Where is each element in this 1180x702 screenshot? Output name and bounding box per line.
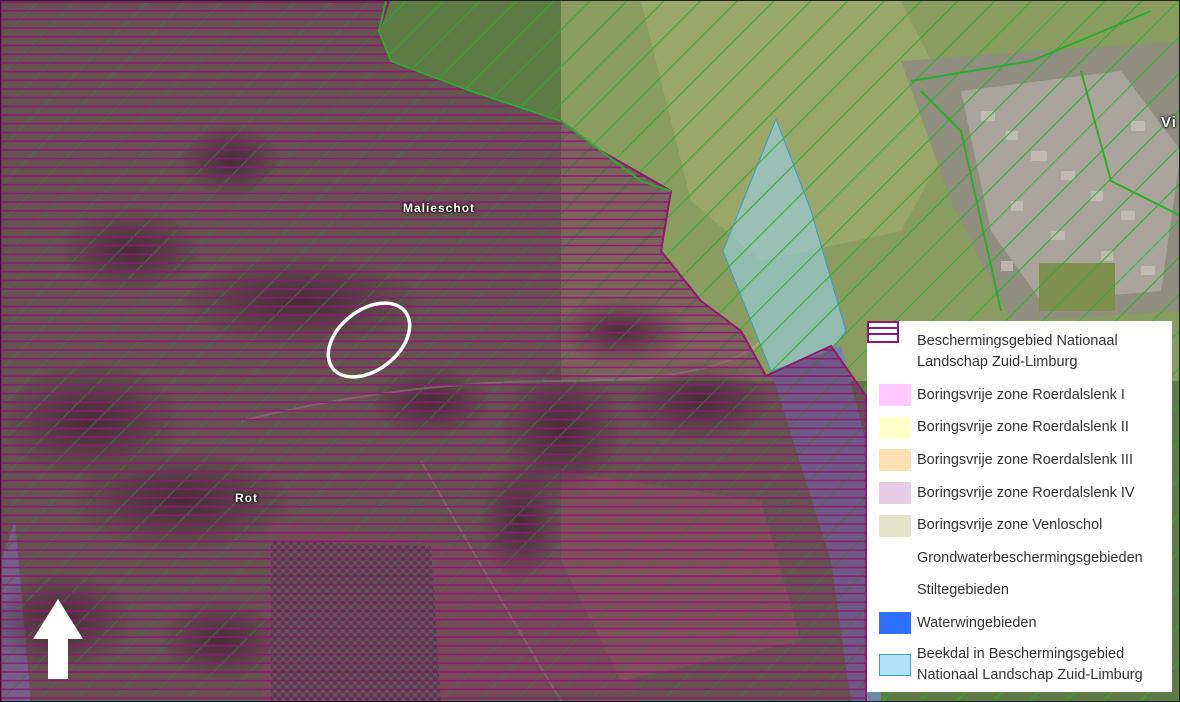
- legend-item-roerdalslenk-4: Boringsvrije zone Roerdalslenk IV: [879, 477, 1164, 510]
- legend-item-grondwater: Grondwaterbeschermingsgebieden: [868, 321, 1164, 575]
- legend-label: Beekdal in Beschermingsgebied Nationaal …: [917, 645, 1143, 683]
- place-label-rot: Rot: [235, 491, 258, 505]
- legend-label: Boringsvrije zone Roerdalslenk IV: [917, 484, 1135, 501]
- legend-item-venloschol: Boringsvrije zone Venloschol: [879, 509, 1164, 542]
- legend-label: Boringsvrije zone Venloschol: [917, 517, 1103, 534]
- purple-lines-icon: [867, 321, 911, 602]
- legend-item-roerdalslenk-2: Boringsvrije zone Roerdalslenk II: [879, 412, 1164, 445]
- legend-item-roerdalslenk-3: Boringsvrije zone Roerdalslenk III: [879, 444, 1164, 477]
- lilac-swatch-icon: [879, 482, 911, 505]
- yellow-swatch-icon: [879, 416, 911, 439]
- navy-cross-icon: [868, 321, 911, 569]
- legend-label: Boringsvrije zone Roerdalslenk II: [917, 419, 1129, 436]
- legend-label: Waterwingebieden: [917, 614, 1037, 631]
- legend-item-beekdal: Beekdal in Beschermingsgebied Nationaal …: [879, 642, 1164, 688]
- legend-item-roerdalslenk-1: Boringsvrije zone Roerdalslenk I: [879, 379, 1164, 412]
- place-label-vi: Vi: [1161, 114, 1177, 131]
- map-view[interactable]: Malieschot Rot Vi Beschermingsgebied Nat…: [0, 0, 1180, 702]
- pink-swatch-icon: [879, 384, 911, 407]
- orange-swatch-icon: [879, 449, 911, 472]
- legend-item-waterwingebieden: Waterwingebieden: [879, 607, 1164, 640]
- legend-label: Boringsvrije zone Roerdalslenk I: [917, 386, 1125, 403]
- light-blue-swatch-icon: [879, 653, 911, 676]
- legend-label: Grondwaterbeschermingsgebieden: [917, 549, 1143, 566]
- legend-item-nationaal-landschap: Beschermingsgebied Nationaal Landschap Z…: [867, 321, 1164, 375]
- legend-item-stiltegebieden: Stiltegebieden: [867, 321, 1164, 608]
- legend-label: Beschermingsgebied Nationaal Landschap Z…: [917, 333, 1118, 370]
- blue-swatch-icon: [879, 612, 911, 635]
- beige-swatch-icon: [879, 514, 911, 537]
- legend-label: Boringsvrije zone Roerdalslenk III: [917, 451, 1133, 468]
- map-legend: Beschermingsgebied Nationaal Landschap Z…: [867, 321, 1172, 692]
- place-label-malieschot: Malieschot: [403, 201, 476, 215]
- legend-label: Stiltegebieden: [917, 582, 1009, 599]
- green-hatch-icon: [867, 321, 911, 363]
